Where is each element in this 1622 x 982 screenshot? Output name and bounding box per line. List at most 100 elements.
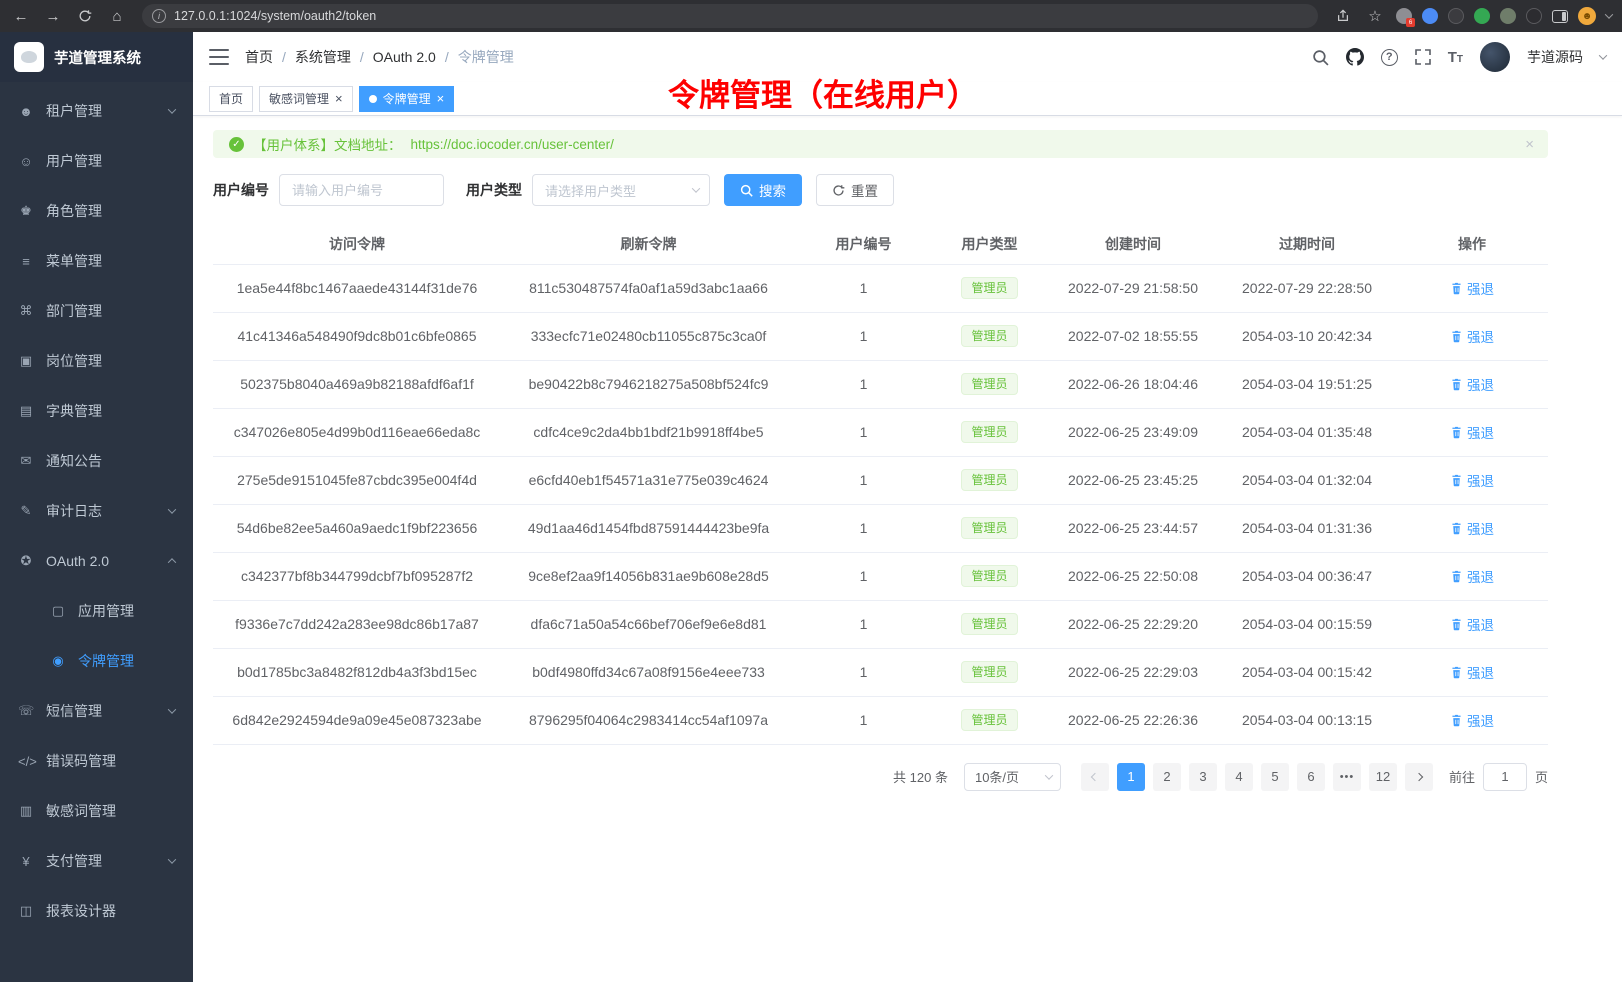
sidebar-item-label: 短信管理 xyxy=(46,701,157,721)
tab[interactable]: 首页 xyxy=(209,86,253,112)
force-logout-button[interactable]: 强退 xyxy=(1450,662,1494,682)
sidebar-item[interactable]: </> 错误码管理 xyxy=(0,736,193,786)
browser-profile-avatar[interactable]: ☻ xyxy=(1578,7,1596,25)
force-logout-button[interactable]: 强退 xyxy=(1450,470,1494,490)
breadcrumb-item[interactable]: 首页 xyxy=(245,47,273,67)
table-row: 54d6be82ee5a460a9aedc1f9bf223656 49d1aa4… xyxy=(213,504,1548,552)
tab-close-icon[interactable]: × xyxy=(335,92,343,105)
sidebar-item[interactable]: ☺ 用户管理 xyxy=(0,136,193,186)
extension-icon-blue[interactable] xyxy=(1422,8,1438,24)
sidebar-item-label: 错误码管理 xyxy=(46,751,175,771)
sidebar-item[interactable]: ▢ 应用管理 xyxy=(0,586,193,636)
sidebar-item[interactable]: ▤ 字典管理 xyxy=(0,386,193,436)
pagination-page-button[interactable]: 6 xyxy=(1297,763,1325,791)
sidebar-item[interactable]: ♚ 角色管理 xyxy=(0,186,193,236)
browser-back-button[interactable]: ← xyxy=(10,5,32,27)
sidebar-item-label: 角色管理 xyxy=(46,201,175,221)
actions-cell: 强退 xyxy=(1396,504,1548,552)
search-button[interactable]: 搜索 xyxy=(724,174,802,206)
browser-address-bar[interactable]: i 127.0.0.1:1024/system/oauth2/token xyxy=(142,4,1318,28)
sidebar-item-label: 部门管理 xyxy=(46,301,175,321)
pagination-page-button[interactable]: 12 xyxy=(1369,763,1397,791)
force-logout-button[interactable]: 强退 xyxy=(1450,710,1494,730)
alert-close-icon[interactable]: × xyxy=(1525,136,1534,153)
sidebar-item[interactable]: ◉ 令牌管理 xyxy=(0,636,193,686)
sidebar-item[interactable]: ▣ 岗位管理 xyxy=(0,336,193,386)
refresh-token-cell: 811c530487574fa0af1a59d3abc1aa66 xyxy=(501,264,796,312)
fullscreen-icon[interactable] xyxy=(1415,49,1431,65)
pagination-page-button[interactable]: 4 xyxy=(1225,763,1253,791)
pagination-page-button[interactable]: 1 xyxy=(1117,763,1145,791)
sidebar-item[interactable]: ⌘ 部门管理 xyxy=(0,286,193,336)
force-logout-button[interactable]: 强退 xyxy=(1450,518,1494,538)
breadcrumb-item[interactable]: OAuth 2.0 xyxy=(373,49,436,65)
browser-home-button[interactable]: ⌂ xyxy=(106,5,128,27)
user-name[interactable]: 芋道源码 xyxy=(1527,47,1583,67)
user-type-label: 用户类型 xyxy=(466,180,522,200)
extension-icon-dark[interactable] xyxy=(1448,8,1464,24)
sidebar-item[interactable]: ☻ 租户管理 xyxy=(0,86,193,136)
user-id-input[interactable] xyxy=(279,174,444,206)
sidebar-item[interactable]: ◫ 报表设计器 xyxy=(0,886,193,936)
pin-icon[interactable] xyxy=(1526,8,1542,24)
force-logout-button[interactable]: 强退 xyxy=(1450,278,1494,298)
user-id-cell: 1 xyxy=(796,456,931,504)
sidebar-item-label: 用户管理 xyxy=(46,151,175,171)
pagination-page-button[interactable]: 3 xyxy=(1189,763,1217,791)
sidebar-toggle-button[interactable] xyxy=(209,49,229,65)
extension-icon-green[interactable] xyxy=(1474,8,1490,24)
browser-profile-caret-icon[interactable] xyxy=(1605,10,1613,18)
force-logout-button[interactable]: 强退 xyxy=(1450,326,1494,346)
reset-button[interactable]: 重置 xyxy=(816,174,894,206)
sidebar-item[interactable]: ✉ 通知公告 xyxy=(0,436,193,486)
pagination-prev-button[interactable] xyxy=(1081,763,1109,791)
user-menu-caret-icon[interactable] xyxy=(1599,51,1607,59)
pagination-page-button[interactable]: 2 xyxy=(1153,763,1181,791)
pagination-goto-input[interactable] xyxy=(1483,763,1527,791)
sidebar-item[interactable]: ✎ 审计日志 xyxy=(0,486,193,536)
pagination-more-button[interactable]: ••• xyxy=(1333,763,1361,791)
role-icon: ♚ xyxy=(18,203,34,219)
browser-reload-button[interactable] xyxy=(74,5,96,27)
browser-forward-button[interactable]: → xyxy=(42,5,64,27)
trash-icon xyxy=(1450,666,1463,679)
sidebar-item[interactable]: ▥ 敏感词管理 xyxy=(0,786,193,836)
share-icon[interactable] xyxy=(1332,5,1354,27)
app-logo[interactable]: 芋道管理系统 xyxy=(0,32,193,82)
extension-icon-badge[interactable]: 6 xyxy=(1396,8,1412,24)
create-time-cell: 2022-06-25 22:26:36 xyxy=(1048,696,1218,744)
pagination-next-button[interactable] xyxy=(1405,763,1433,791)
side-panel-icon[interactable] xyxy=(1552,10,1568,23)
force-logout-button[interactable]: 强退 xyxy=(1450,614,1494,634)
extensions-puzzle-icon[interactable] xyxy=(1500,8,1516,24)
sidebar-item[interactable]: ¥ 支付管理 xyxy=(0,836,193,886)
sidebar-item[interactable]: ☏ 短信管理 xyxy=(0,686,193,736)
breadcrumb-item[interactable]: 系统管理 xyxy=(295,47,351,67)
force-logout-button[interactable]: 强退 xyxy=(1450,566,1494,586)
bookmark-star-icon[interactable]: ☆ xyxy=(1364,5,1386,27)
page-size-select[interactable]: 10条/页 xyxy=(964,763,1061,791)
site-info-icon[interactable]: i xyxy=(152,9,166,23)
user-type-select[interactable]: 请选择用户类型 xyxy=(532,174,710,206)
force-logout-button[interactable]: 强退 xyxy=(1450,374,1494,394)
sidebar-item[interactable]: ≡ 菜单管理 xyxy=(0,236,193,286)
actions-cell: 强退 xyxy=(1396,696,1548,744)
error-code-icon: </> xyxy=(18,754,34,769)
reload-icon xyxy=(78,9,92,23)
pagination-page-button[interactable]: 5 xyxy=(1261,763,1289,791)
help-icon[interactable]: ? xyxy=(1381,49,1398,66)
tab-close-icon[interactable]: × xyxy=(437,92,445,105)
header-search-icon[interactable] xyxy=(1312,49,1329,66)
github-icon[interactable] xyxy=(1346,48,1364,66)
sidebar-item-label: 岗位管理 xyxy=(46,351,175,371)
user-avatar[interactable] xyxy=(1480,42,1510,72)
success-check-icon: ✓ xyxy=(229,137,244,152)
tab[interactable]: 令牌管理 × xyxy=(359,86,455,112)
sidebar-item[interactable]: ✪ OAuth 2.0 xyxy=(0,536,193,586)
create-time-cell: 2022-06-25 22:50:08 xyxy=(1048,552,1218,600)
doc-link[interactable]: https://doc.iocoder.cn/user-center/ xyxy=(411,137,614,152)
force-logout-button[interactable]: 强退 xyxy=(1450,422,1494,442)
user-icon: ☺ xyxy=(18,154,34,169)
tab[interactable]: 敏感词管理 × xyxy=(259,86,353,112)
font-size-icon[interactable]: TT xyxy=(1448,50,1463,65)
